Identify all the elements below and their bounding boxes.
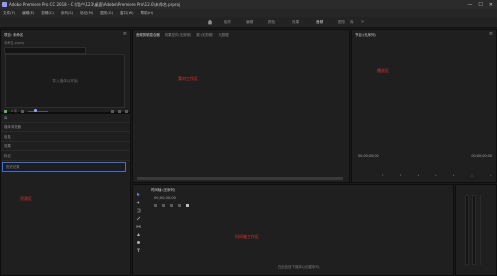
program-panel-menu-icon[interactable]: ≡ bbox=[489, 31, 496, 37]
export-frame-icon[interactable]: ◻ bbox=[471, 173, 474, 177]
project-search-input[interactable] bbox=[4, 47, 86, 54]
timeline-toolbar bbox=[154, 203, 204, 208]
zoom-slider[interactable] bbox=[27, 109, 48, 112]
wrench-icon[interactable] bbox=[186, 204, 189, 207]
timeline-settings-icon[interactable] bbox=[178, 204, 181, 207]
zoom-slider-knob[interactable] bbox=[33, 109, 37, 112]
material-area-label: 素材工作区 bbox=[178, 76, 198, 81]
panel-row-effects[interactable]: 效果 bbox=[1, 142, 130, 151]
workspace-tab-libraries[interactable]: 库 bbox=[350, 20, 354, 25]
workspace-tab-audio[interactable]: 音频 bbox=[316, 20, 323, 25]
linked-selection-icon[interactable] bbox=[162, 204, 165, 207]
menu-graphics[interactable]: 图形(G) bbox=[100, 11, 113, 16]
menu-window[interactable]: 窗口(W) bbox=[120, 11, 134, 16]
program-monitor-panel: 节目:(无序列) ≡ 播放区 00;00;00;00 00;00;00;00 ▾… bbox=[351, 29, 497, 183]
tab-effect-controls[interactable]: 效果控件(无剪辑) bbox=[165, 32, 191, 37]
menu-edit[interactable]: 编辑(E) bbox=[22, 11, 34, 16]
mark-in-icon[interactable]: ▾ bbox=[382, 173, 384, 177]
panel-menu-icon[interactable]: ≡ bbox=[123, 31, 130, 37]
tab-audio-clip-mixer[interactable]: 音频剪辑混合器 bbox=[136, 32, 160, 37]
menu-help[interactable]: 帮助(H) bbox=[141, 11, 154, 16]
project-panel-tabs: 项目: 未命名 ≡ bbox=[1, 30, 130, 38]
slip-tool-icon[interactable] bbox=[136, 224, 141, 229]
title-bar: Adobe Premiere Pro CC 2018 - C:\用户\123\桌… bbox=[0, 0, 497, 9]
menu-marker[interactable]: 标记(M) bbox=[80, 11, 93, 16]
transport-controls: ▾ ▾ ◂ ▸ ▸ ◻ + bbox=[382, 172, 492, 178]
menu-bar: 文件(F) 编辑(E) 剪辑(C) 序列(S) 标记(M) 图形(G) 窗口(W… bbox=[0, 9, 497, 17]
timeline-drop-hint: 在此处放下媒体以创建序列。 bbox=[278, 265, 323, 269]
audio-meters-panel bbox=[455, 184, 497, 276]
audio-meter-right bbox=[472, 195, 476, 265]
tab-project[interactable]: 项目: 未命名 bbox=[4, 32, 23, 37]
track-select-tool-icon[interactable] bbox=[136, 200, 141, 205]
import-media-area[interactable]: 导入媒体以开始 bbox=[5, 54, 125, 108]
maximize-button[interactable]: ☐ bbox=[478, 2, 482, 8]
program-timecode-out: 00;00;00;00 bbox=[471, 154, 492, 158]
tools-panel bbox=[134, 190, 144, 270]
snap-icon[interactable] bbox=[154, 204, 157, 207]
menu-sequence[interactable]: 序列(S) bbox=[61, 11, 73, 16]
source-panel-tabs: 音频剪辑混合器 效果控件(无剪辑) 源:(无剪辑) 元数据 bbox=[133, 30, 349, 38]
tab-timeline[interactable]: 时间轴:(无序列) bbox=[151, 187, 175, 192]
app-logo-icon bbox=[2, 2, 7, 7]
horizontal-scrollbar[interactable] bbox=[137, 177, 343, 180]
window-controls: — ☐ ✕ bbox=[467, 2, 497, 8]
timeline-panel: 时间轴:(无序列) 00;00;00;00 时间轴工作区 在此处放下媒体以创建序… bbox=[132, 184, 454, 276]
project-side-panel: 库 媒体浏览器 信息 效果 标记 历史记录 资源区 bbox=[0, 113, 131, 276]
source-panel: 音频剪辑混合器 效果控件(无剪辑) 源:(无剪辑) 元数据 素材工作区 bbox=[132, 29, 350, 183]
timeline-area-label: 时间轴工作区 bbox=[235, 234, 259, 239]
hand-tool-icon[interactable] bbox=[136, 240, 141, 245]
play-icon[interactable]: ▸ bbox=[435, 173, 437, 177]
tab-metadata[interactable]: 元数据 bbox=[218, 32, 228, 37]
mark-out-icon[interactable]: ▾ bbox=[400, 173, 402, 177]
ripple-edit-tool-icon[interactable] bbox=[136, 208, 141, 213]
panel-row-history[interactable]: 历史记录 bbox=[2, 162, 126, 172]
step-forward-icon[interactable]: ▸ bbox=[453, 173, 455, 177]
panel-row-markers[interactable]: 标记 bbox=[1, 152, 130, 161]
playback-area-label: 播放区 bbox=[377, 68, 389, 73]
close-button[interactable]: ✕ bbox=[489, 2, 493, 8]
project-file-name: 未命名.prproj bbox=[4, 41, 25, 45]
workspace-bar: 组件 编辑 颜色 效果 音频 图形 库 » bbox=[0, 17, 497, 28]
tab-source[interactable]: 源:(无剪辑) bbox=[196, 32, 213, 37]
add-button-icon[interactable]: + bbox=[489, 173, 492, 177]
panel-row-media-browser[interactable]: 媒体浏览器 bbox=[1, 123, 130, 132]
workspace-tab-effects[interactable]: 效果 bbox=[292, 20, 299, 25]
timeline-timecode: 00;00;00;00 bbox=[154, 196, 176, 200]
razor-tool-icon[interactable] bbox=[136, 216, 141, 221]
workspace-tab-editing[interactable]: 编辑 bbox=[246, 20, 253, 25]
menu-clip[interactable]: 剪辑(C) bbox=[41, 11, 54, 16]
program-timecode-in: 00;00;00;00 bbox=[358, 154, 379, 158]
tab-program[interactable]: 节目:(无序列) bbox=[355, 32, 376, 37]
pen-tool-icon[interactable] bbox=[136, 232, 141, 237]
resource-area-label: 资源区 bbox=[20, 196, 32, 201]
workspace-tab-color[interactable]: 颜色 bbox=[268, 20, 275, 25]
project-panel: 项目: 未命名 ≡ 未命名.prproj 导入媒体以开始 0 项 bbox=[0, 29, 131, 113]
import-hint: 导入媒体以开始 bbox=[52, 78, 78, 83]
add-marker-icon[interactable] bbox=[170, 204, 173, 207]
workspace-tab-assembly[interactable]: 组件 bbox=[224, 20, 231, 25]
timeline-tabs: 时间轴:(无序列) bbox=[133, 185, 453, 193]
step-back-icon[interactable]: ◂ bbox=[418, 173, 420, 177]
home-icon[interactable] bbox=[207, 19, 213, 25]
meter-scale bbox=[480, 195, 492, 265]
workspace-more-button[interactable]: » bbox=[361, 19, 364, 25]
window-title: Adobe Premiere Pro CC 2018 - C:\用户\123\桌… bbox=[9, 1, 181, 7]
audio-meter-left bbox=[465, 195, 469, 265]
panel-row-info[interactable]: 信息 bbox=[1, 133, 130, 142]
menu-file[interactable]: 文件(F) bbox=[3, 11, 15, 16]
panel-row-libraries[interactable]: 库 bbox=[1, 114, 130, 123]
type-tool-icon[interactable] bbox=[136, 248, 141, 253]
selection-tool-icon[interactable] bbox=[136, 192, 141, 197]
program-panel-tabs: 节目:(无序列) ≡ bbox=[352, 30, 496, 38]
minimize-button[interactable]: — bbox=[467, 2, 472, 8]
workspace-tab-graphics[interactable]: 图形 bbox=[338, 20, 345, 25]
